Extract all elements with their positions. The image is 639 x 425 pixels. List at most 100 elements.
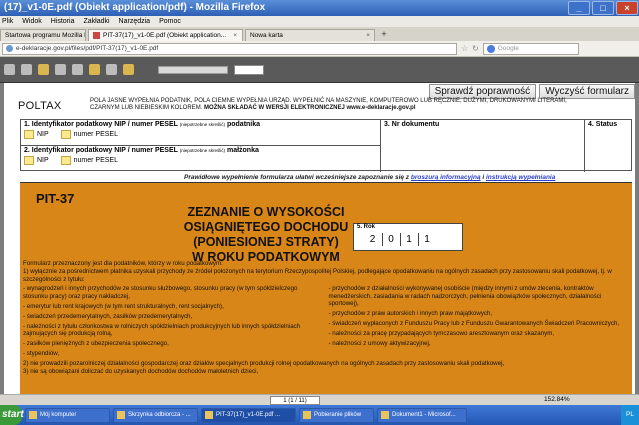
brochure-link[interactable]: broszurą informacyjną (411, 174, 481, 181)
form-code: PIT-37 (36, 191, 75, 206)
list-item: - przychodów z działalności wykonywanej … (328, 285, 602, 308)
pdf-page: Sprawdź poprawność Wyczyść formularz POL… (4, 83, 635, 394)
menu-historia[interactable]: Historia (51, 16, 75, 27)
firefox-icon (205, 411, 213, 419)
tab-label: Startowa programu Mozilla Firefox (5, 31, 85, 39)
window-controls: _ □ × (567, 0, 639, 16)
pesel-checkbox-spouse[interactable]: numer PESEL (60, 156, 118, 165)
start-button[interactable]: start (0, 405, 24, 425)
form-body: PIT-37 ZEZNANIE O WYSOKOŚCI OSIĄGNIĘTEGO… (20, 182, 632, 394)
field-2-hint: (niepotrzebne skreślić) (179, 148, 226, 153)
status-label: 4. Status (588, 121, 618, 128)
nip-checkbox[interactable]: NIP (24, 130, 49, 139)
comment-icon[interactable] (123, 64, 134, 75)
zoom-level[interactable]: 152.84% (544, 395, 570, 405)
tab-label: PIT-37(17)_v1-0E.pdf (Obiekt application… (103, 31, 227, 39)
zoom-slider[interactable] (158, 65, 228, 74)
year-label: 5. Rok (357, 224, 376, 230)
menu-pomoc[interactable]: Pomoc (159, 16, 181, 27)
field-2-label: 2. Identyfikator podatkowy NIP / numer P… (24, 147, 178, 154)
mail-icon (117, 411, 125, 419)
globe-icon (6, 45, 13, 52)
poltax-logo: POLTAX (18, 100, 62, 112)
pdf-toolbar (0, 57, 639, 83)
clear-form-button[interactable]: Wyczyść formularz (539, 84, 635, 99)
window-title: (17)_v1-0E.pdf (Obiekt application/pdf) … (4, 2, 266, 13)
zoom-out-icon[interactable] (106, 64, 117, 75)
taskbar-item[interactable]: Pobieranie plików (299, 407, 374, 423)
hand-tool-icon[interactable] (38, 64, 49, 75)
pesel-checkbox[interactable]: numer PESEL (60, 130, 118, 139)
select-tool-icon[interactable] (55, 64, 66, 75)
check-button[interactable]: Sprawdź poprawność (428, 84, 537, 99)
star-icon[interactable]: ☆ (461, 44, 468, 53)
point-3: 3) nie są obowiązani doliczać do uzyskan… (23, 368, 259, 376)
print-icon[interactable] (21, 64, 32, 75)
identifier-grid: 1. Identyfikator podatkowy NIP / numer P… (20, 119, 632, 172)
income-columns: - wynagrodzeń i innych przychodów ze sto… (23, 285, 628, 360)
list-item: - wynagrodzeń i innych przychodów ze sto… (23, 285, 298, 300)
system-tray: PL (621, 405, 639, 425)
list-item: - zasiłków pieniężnych z ubezpieczenia s… (23, 340, 169, 348)
list-item: - przychodów z praw autorskich i innych … (328, 310, 493, 318)
note-text: Prawidłowe wypełnienie formularza ułatwi… (184, 174, 410, 181)
tab-startpage[interactable]: Startowa programu Mozilla Firefox (0, 29, 86, 41)
page-indicator[interactable]: 1 (1 / 11) (270, 396, 320, 405)
maximize-button[interactable]: □ (592, 1, 614, 15)
tab-pdf[interactable]: PIT-37(17)_v1-0E.pdf (Obiekt application… (88, 29, 243, 41)
search-input[interactable]: Google (482, 42, 579, 55)
navigation-bar: e-deklaracje.gov.pl/files/pdf/PIT-37(17)… (0, 41, 639, 57)
menu-widok[interactable]: Widok (22, 16, 41, 27)
info-note: Prawidłowe wypełnienie formularza ułatwi… (184, 174, 556, 181)
list-item: - należności z tytułu członkostwa w roln… (23, 322, 301, 338)
nip-checkbox-spouse[interactable]: NIP (24, 156, 49, 165)
field-2-role: małżonka (226, 147, 259, 154)
form-buttons: Sprawdź poprawność Wyczyść formularz (428, 84, 635, 99)
field-1-role: podatnika (226, 121, 261, 128)
instructions-link[interactable]: instrukcją wypełniania (486, 174, 555, 181)
window-title-bar: (17)_v1-0E.pdf (Obiekt application/pdf) … (0, 0, 639, 16)
close-tab-icon[interactable]: × (366, 30, 370, 41)
save-icon[interactable] (4, 64, 15, 75)
website-text: www.e-deklaracje.gov.pl (346, 105, 416, 111)
taskbar-item[interactable]: PIT-37(17)_v1-0E.pdf ... (201, 407, 296, 423)
intro-text: Formularz przeznaczony jest dla podatnik… (23, 260, 223, 267)
reload-icon[interactable]: ↻ (472, 44, 479, 53)
taskbar-item[interactable]: Dokument1 - Microsof... (377, 407, 467, 423)
tab-bar: Startowa programu Mozilla Firefox PIT-37… (0, 27, 639, 41)
electronic-version-text: MOŻNA SKŁADAĆ W WERSJI ELEKTRONICZNEJ (204, 105, 345, 111)
menu-zakladki[interactable]: Zakładki (83, 16, 109, 27)
left-column: - wynagrodzeń i innych przychodów ze sto… (23, 285, 323, 360)
field-1-label: 1. Identyfikator podatkowy NIP / numer P… (24, 121, 178, 128)
document-number-label: 3. Nr dokumentu (384, 121, 440, 128)
url-text: e-deklaracje.gov.pl/files/pdf/PIT-37(17)… (16, 45, 159, 52)
taskbar-item[interactable]: Skrzynka odbiorcza - ... (113, 407, 198, 423)
year-field[interactable]: 5. Rok 2011 (353, 223, 463, 251)
close-button[interactable]: × (616, 1, 638, 15)
field-3[interactable]: 3. Nr dokumentu (381, 120, 585, 172)
word-icon (381, 411, 389, 419)
field-1: 1. Identyfikator podatkowy NIP / numer P… (21, 120, 381, 146)
pdf-icon (93, 32, 100, 39)
point-2: 2) nie prowadzili pozarolniczej działaln… (23, 360, 505, 368)
page-field[interactable] (234, 64, 264, 75)
nav-icons: ☆ ↻ (461, 44, 479, 53)
form-text: Formularz przeznaczony jest dla podatnik… (23, 260, 628, 377)
minimize-button[interactable]: _ (568, 1, 590, 15)
folder-icon (29, 411, 37, 419)
taskbar-item[interactable]: Mój komputer (25, 407, 110, 423)
list-item: - stypendiów, (23, 350, 60, 358)
tab-new[interactable]: Nowa karta × (245, 29, 375, 41)
menu-narzedzia[interactable]: Narzędzia (119, 16, 151, 27)
close-tab-icon[interactable]: × (233, 30, 237, 41)
menu-plik[interactable]: Plik (2, 16, 13, 27)
tab-label: Nowa karta (250, 31, 283, 39)
url-bar[interactable]: e-deklaracje.gov.pl/files/pdf/PIT-37(17)… (2, 42, 457, 55)
menu-bar: Plik Widok Historia Zakładki Narzędzia P… (0, 16, 639, 27)
lock-icon[interactable] (89, 64, 100, 75)
list-item: - świadczeń wypłaconych z Funduszu Pracy… (328, 320, 620, 328)
pages-icon[interactable] (72, 64, 83, 75)
field-4[interactable]: 4. Status (585, 120, 631, 172)
download-icon (303, 411, 311, 419)
new-tab-button[interactable]: + (377, 29, 391, 41)
